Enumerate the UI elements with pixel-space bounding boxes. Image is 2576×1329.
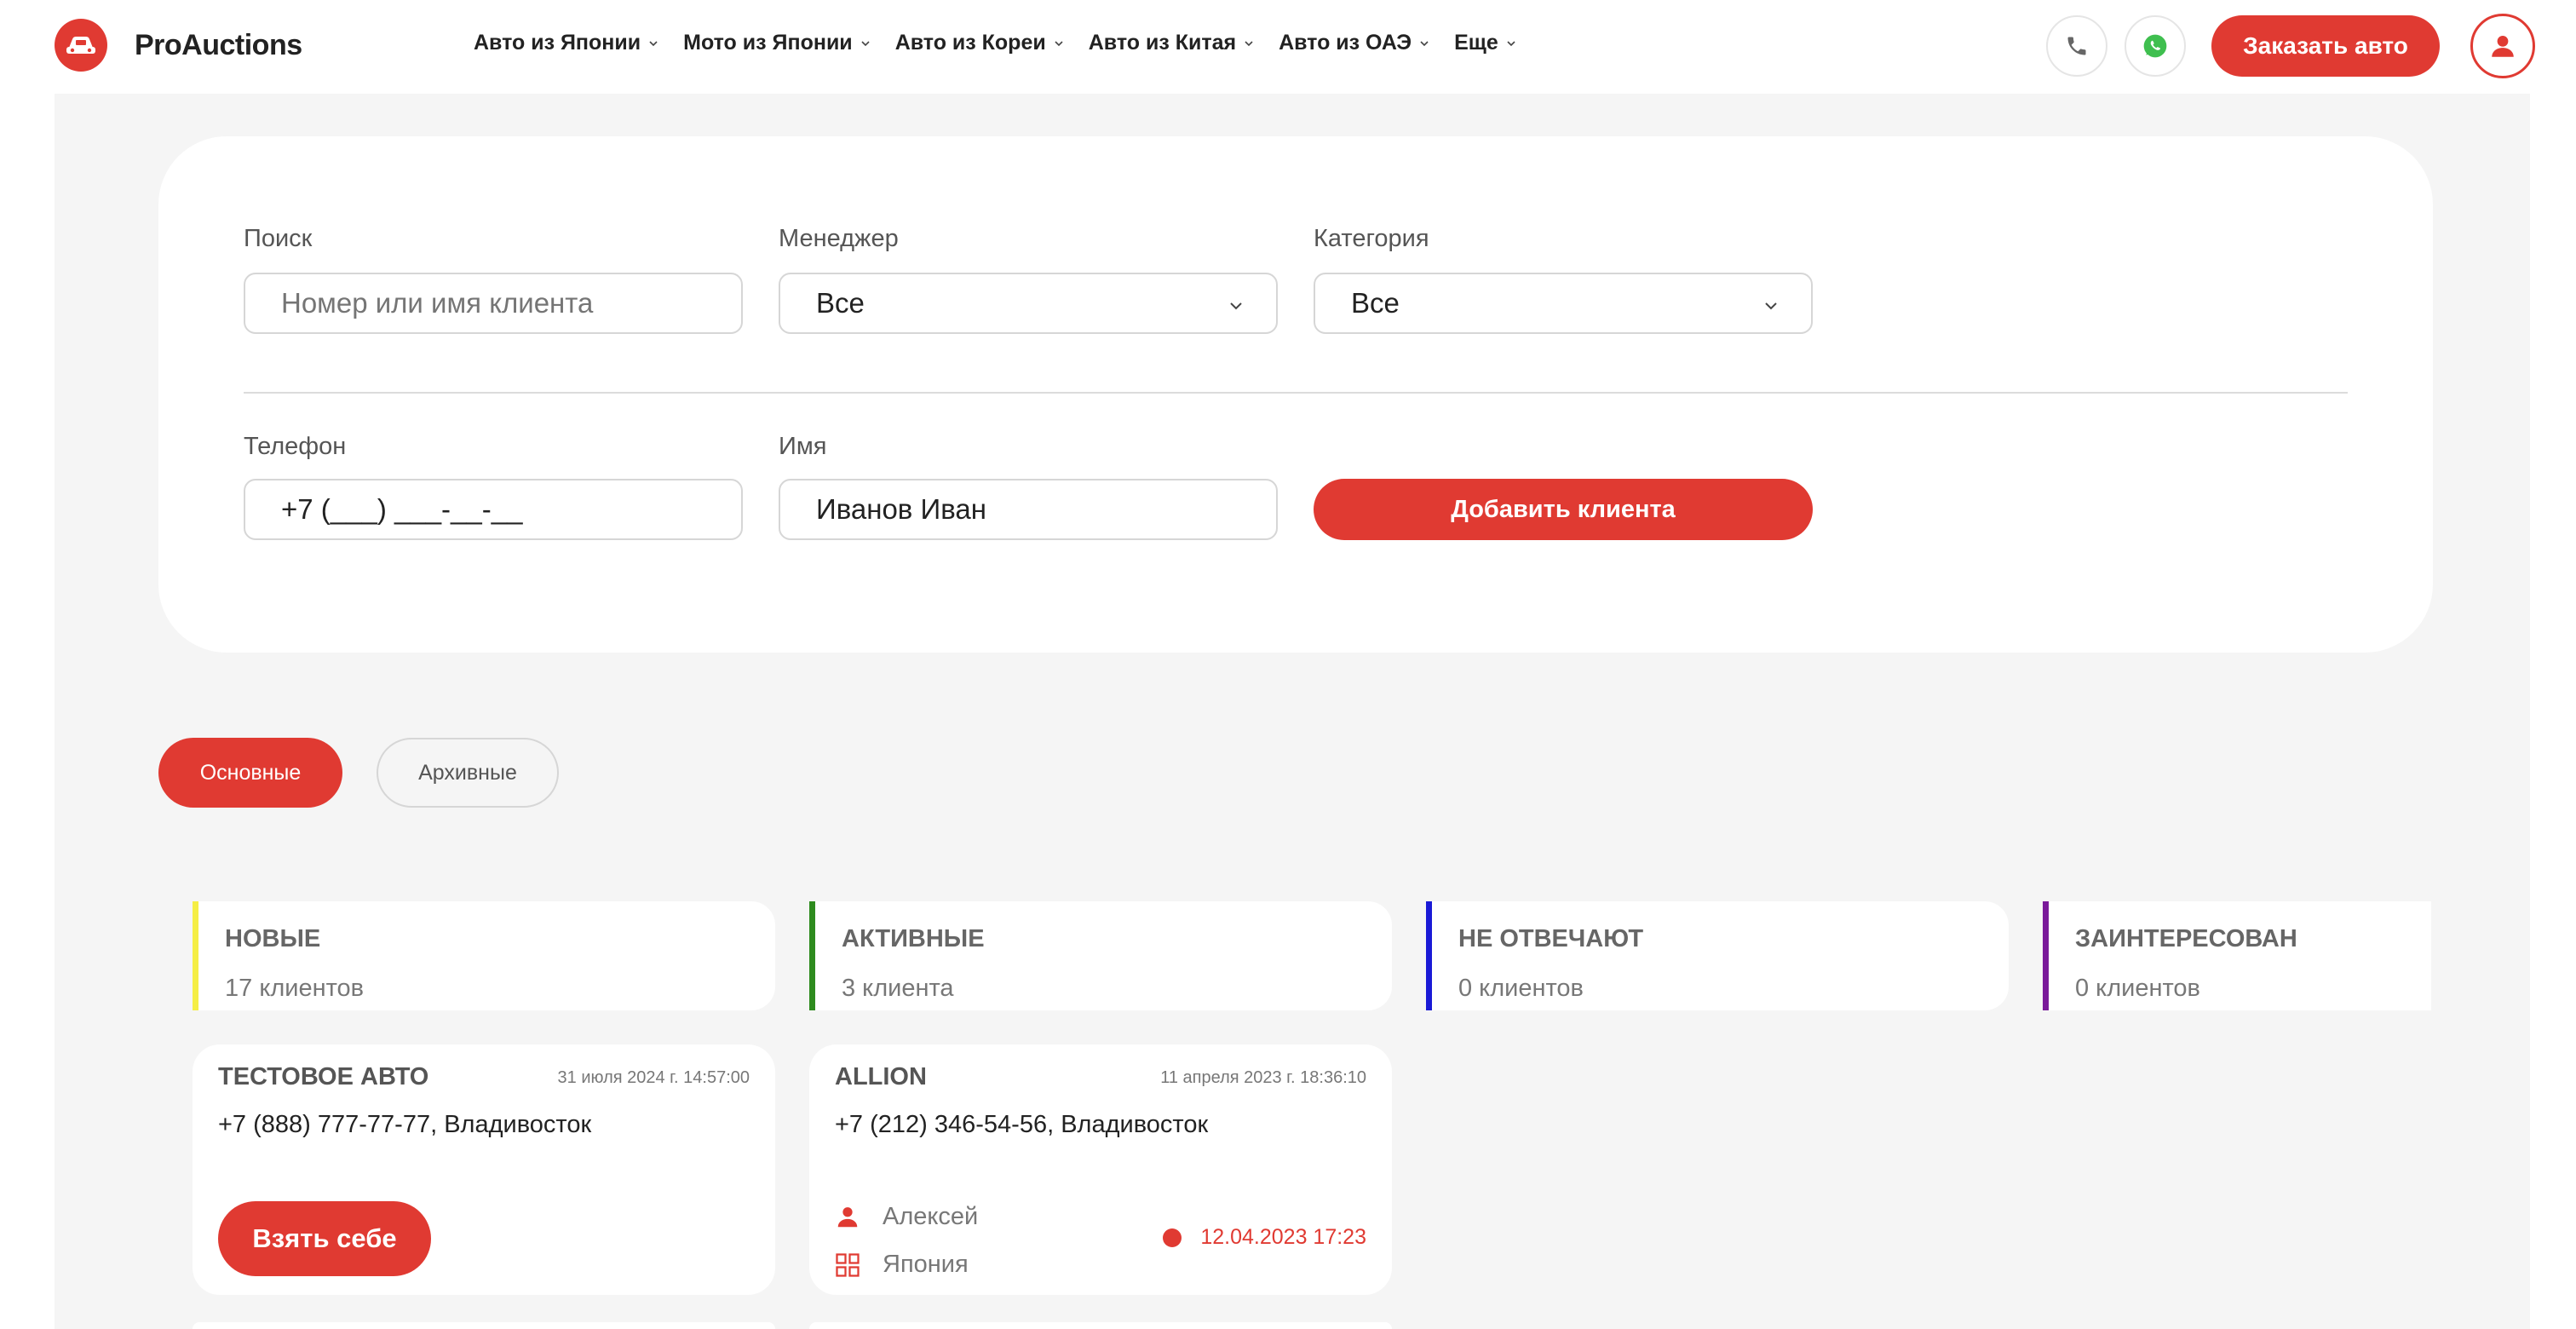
nav-item-china-cars[interactable]: Авто из Китая xyxy=(1089,31,1255,55)
column-title: АКТИВНЫЕ xyxy=(842,925,985,952)
chevron-down-icon xyxy=(1245,40,1253,46)
client-card-partial xyxy=(809,1322,1392,1329)
column-stripe xyxy=(809,901,815,1010)
phone-icon xyxy=(2067,37,2086,55)
client-card-partial xyxy=(193,1322,775,1329)
client-card-phone: +7 (888) 777-77-77, Владивосток xyxy=(218,1111,592,1138)
tab-main[interactable]: Основные xyxy=(158,738,342,808)
category-select-value: Все xyxy=(1351,287,1400,319)
column-count: 3 клиента xyxy=(842,975,954,1002)
whatsapp-icon xyxy=(2143,34,2167,58)
user-icon xyxy=(2492,35,2514,57)
deadline-dot-icon xyxy=(1163,1228,1182,1247)
phone-label: Телефон xyxy=(244,433,347,460)
client-card-deadline-value: 12.04.2023 17:23 xyxy=(1200,1225,1366,1249)
column-title: НЕ ОТВЕЧАЮТ xyxy=(1458,925,1644,952)
client-card[interactable]: ALLION 11 апреля 2023 г. 18:36:10 +7 (21… xyxy=(809,1044,1392,1295)
column-new[interactable]: НОВЫЕ 17 клиентов xyxy=(193,901,775,1010)
client-card-phone: +7 (212) 346-54-56, Владивосток xyxy=(835,1111,1209,1138)
chevron-down-icon xyxy=(861,40,870,46)
tab-archive[interactable]: Архивные xyxy=(377,738,559,808)
client-card-date: 31 июля 2024 г. 14:57:00 xyxy=(557,1068,750,1087)
brand-name: ProAuctions xyxy=(135,28,302,61)
column-stripe xyxy=(193,901,198,1010)
car-logo-icon xyxy=(55,19,107,72)
nav-item-japan-moto[interactable]: Мото из Японии xyxy=(683,31,871,55)
nav-item-korea-cars[interactable]: Авто из Кореи xyxy=(895,31,1065,55)
client-card-date: 11 апреля 2023 г. 18:36:10 xyxy=(1160,1068,1366,1087)
add-client-button[interactable]: Добавить клиента xyxy=(1314,479,1813,540)
name-label: Имя xyxy=(779,433,827,460)
nav-item-label: Авто из Японии xyxy=(474,31,641,55)
nav-item-label: Авто из Кореи xyxy=(894,31,1046,55)
search-label: Поиск xyxy=(244,225,313,252)
nav-item-label: Мото из Японии xyxy=(683,31,853,55)
column-interested[interactable]: ЗАИНТЕРЕСОВАН 0 клиентов xyxy=(2043,901,2431,1010)
chevron-down-icon xyxy=(1765,302,1777,310)
chevron-down-icon xyxy=(1507,40,1515,46)
column-stripe xyxy=(2043,901,2049,1010)
column-not-responding[interactable]: НЕ ОТВЕЧАЮТ 0 клиентов xyxy=(1426,901,2009,1010)
column-title: НОВЫЕ xyxy=(225,925,321,952)
take-client-button[interactable]: Взять себе xyxy=(218,1201,431,1276)
client-card-manager-name: Алексей xyxy=(883,1203,979,1230)
manager-label: Менеджер xyxy=(779,225,899,252)
column-count: 17 клиентов xyxy=(225,975,365,1002)
phone-button[interactable] xyxy=(2046,15,2107,77)
chevron-down-icon xyxy=(1420,40,1429,46)
client-card-manager: Алексей xyxy=(835,1203,978,1231)
column-count: 0 клиентов xyxy=(2075,975,2200,1002)
main-nav: Авто из Японии Мото из Японии Авто из Ко… xyxy=(474,31,1541,55)
nav-item-label: Авто из ОАЭ xyxy=(1279,31,1412,55)
column-stripe xyxy=(1426,901,1432,1010)
category-label: Категория xyxy=(1314,225,1429,252)
nav-item-uae-cars[interactable]: Авто из ОАЭ xyxy=(1279,31,1430,55)
phone-input[interactable] xyxy=(244,479,743,540)
nav-item-label: Еще xyxy=(1454,31,1498,55)
nav-item-japan-cars[interactable]: Авто из Японии xyxy=(474,31,659,55)
whatsapp-button[interactable] xyxy=(2125,15,2186,77)
logo[interactable]: ProAuctions xyxy=(55,19,302,72)
user-account-button[interactable] xyxy=(2470,14,2535,78)
client-card-title: ТЕСТОВОЕ АВТО xyxy=(218,1063,429,1090)
grid-icon xyxy=(836,1252,860,1277)
nav-item-label: Авто из Китая xyxy=(1088,31,1237,55)
client-card-deadline: 12.04.2023 17:23 xyxy=(1163,1225,1366,1250)
client-card-country: Япония xyxy=(883,1251,969,1278)
client-card[interactable]: ТЕСТОВОЕ АВТО 31 июля 2024 г. 14:57:00 +… xyxy=(193,1044,775,1295)
column-title: ЗАИНТЕРЕСОВАН xyxy=(2075,925,2297,952)
manager-select[interactable]: Все xyxy=(779,273,1278,334)
nav-item-more[interactable]: Еще xyxy=(1454,31,1517,55)
site-header: ProAuctions Авто из Японии Мото из Япони… xyxy=(0,0,2576,94)
user-icon xyxy=(837,1206,858,1227)
chevron-down-icon xyxy=(1055,40,1063,46)
name-input[interactable] xyxy=(779,479,1278,540)
order-car-button[interactable]: Заказать авто xyxy=(2211,15,2440,77)
manager-select-value: Все xyxy=(816,287,865,319)
column-active[interactable]: АКТИВНЫЕ 3 клиента xyxy=(809,901,1392,1010)
client-card-category: Япония xyxy=(835,1251,969,1279)
category-select[interactable]: Все xyxy=(1314,273,1813,334)
column-count: 0 клиентов xyxy=(1458,975,1584,1002)
chevron-down-icon xyxy=(649,40,658,46)
filter-divider xyxy=(244,392,2348,394)
client-card-title: ALLION xyxy=(835,1063,927,1090)
search-input[interactable] xyxy=(244,273,743,334)
client-filter-card: Поиск Менеджер Все Категория Все Телефон… xyxy=(158,136,2433,653)
chevron-down-icon xyxy=(1230,302,1242,310)
